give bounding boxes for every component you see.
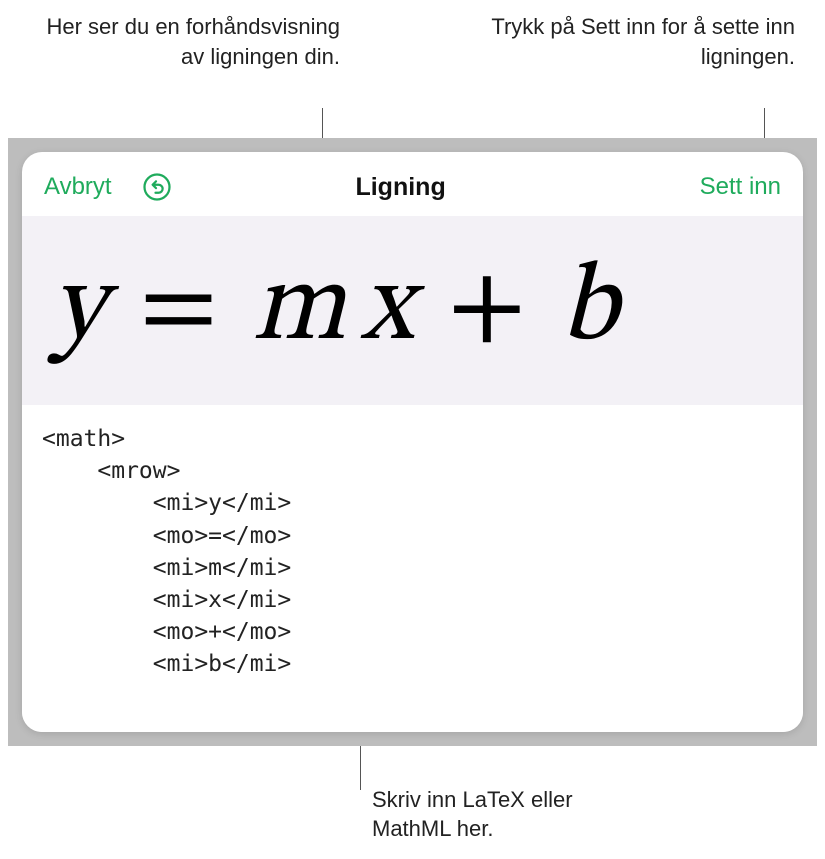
callout-input: Skriv inn LaTeX eller MathML her. xyxy=(372,785,652,844)
callout-insert: Trykk på Sett inn for å sette inn lignin… xyxy=(485,12,795,71)
callout-preview: Her ser du en forhåndsvisning av ligning… xyxy=(40,12,340,71)
equation-preview: y = m x + b xyxy=(22,216,803,405)
equation-editor-popup: Avbryt Ligning Sett inn y = m x + b <mat… xyxy=(22,152,803,732)
device-frame: Avbryt Ligning Sett inn y = m x + b <mat… xyxy=(8,138,817,746)
insert-button[interactable]: Sett inn xyxy=(700,173,781,201)
toolbar: Avbryt Ligning Sett inn xyxy=(22,152,803,216)
code-input[interactable]: <math> <mrow> <mi>y</mi> <mo>=</mo> <mi>… xyxy=(22,405,803,732)
dialog-title: Ligning xyxy=(102,173,700,202)
